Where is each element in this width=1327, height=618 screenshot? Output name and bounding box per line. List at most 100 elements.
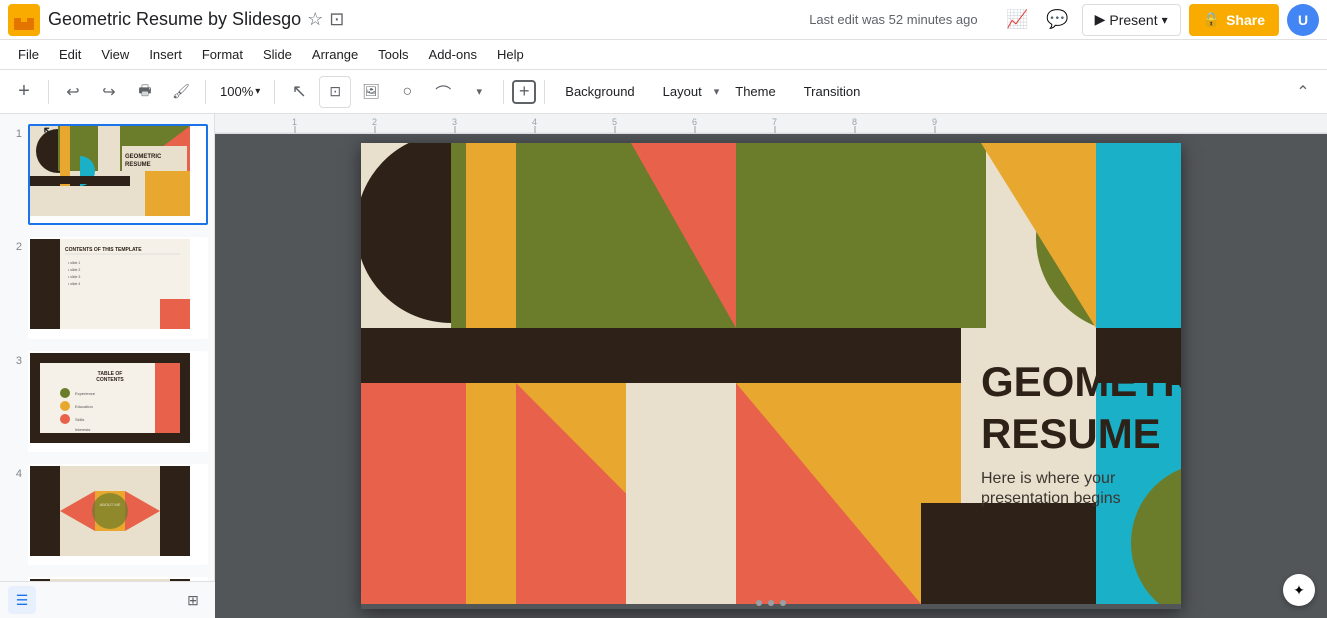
- print-button[interactable]: 🖶: [129, 76, 161, 108]
- svg-text:GEOMETRIC: GEOMETRIC: [125, 154, 162, 160]
- svg-text:6: 6: [692, 117, 697, 127]
- slide-thumbnail-2[interactable]: 2 CONTENTS OF THIS TEMPLATE • slide 1 • …: [4, 235, 210, 340]
- slide-number-1: 1: [6, 124, 22, 140]
- slide-number-2: 2: [6, 237, 22, 253]
- image-button[interactable]: 🖼: [355, 76, 387, 108]
- menu-edit[interactable]: Edit: [49, 40, 91, 70]
- menu-insert[interactable]: Insert: [139, 40, 192, 70]
- slide-preview-2-svg: CONTENTS OF THIS TEMPLATE • slide 1 • sl…: [30, 239, 190, 329]
- add-slide-button[interactable]: +: [8, 76, 40, 108]
- zoom-control[interactable]: 100% ▾: [214, 80, 266, 103]
- slide-number-4: 4: [6, 464, 22, 480]
- ruler-svg: 1 2 3 4 5 6 7 8 9: [215, 114, 1327, 134]
- folder-icon[interactable]: ⊡: [329, 9, 344, 30]
- svg-text:• slide 4: • slide 4: [68, 282, 80, 286]
- toolbar: + ↩ ↪ 🖶 🖌 100% ▾ ↖ ⊡ 🖼 ○ ⌒ ▾ + Backgroun…: [0, 70, 1327, 114]
- trending-icon[interactable]: 📈: [1002, 4, 1034, 36]
- menu-format[interactable]: Format: [192, 40, 253, 70]
- slides-panel: 1: [0, 114, 215, 618]
- slide-image-3: TABLE OF CONTENTS Experience Education S…: [28, 351, 208, 452]
- toolbar-separator-1: [48, 80, 49, 104]
- menu-tools[interactable]: Tools: [368, 40, 418, 70]
- slide-thumbnail-1[interactable]: 1: [4, 122, 210, 227]
- menu-help[interactable]: Help: [487, 40, 534, 70]
- svg-text:5: 5: [612, 117, 617, 127]
- grid-view-button[interactable]: ⊞: [179, 586, 207, 614]
- slide-thumbnail-3[interactable]: 3 TABLE OF CONTENTS Experience Education…: [4, 349, 210, 454]
- present-label: Present: [1109, 12, 1157, 28]
- svg-text:9: 9: [932, 117, 937, 127]
- page-dots: [756, 600, 786, 606]
- filmstrip-view-button[interactable]: ☰: [8, 586, 36, 614]
- menu-view[interactable]: View: [91, 40, 139, 70]
- menu-bar: File Edit View Insert Format Slide Arran…: [0, 40, 1327, 70]
- slide-image-1: GEOMETRIC RESUME: [28, 124, 208, 225]
- layout-button[interactable]: Layout: [651, 80, 714, 103]
- main-slide-svg: GEOMETRIC RESUME Here is where your pres…: [361, 143, 1181, 604]
- last-edit-text: Last edit was 52 minutes ago: [809, 12, 977, 27]
- svg-text:8: 8: [852, 117, 857, 127]
- transition-button[interactable]: Transition: [792, 80, 873, 103]
- layout-chevron-icon[interactable]: ▾: [714, 85, 720, 98]
- page-dot-2: [768, 600, 774, 606]
- editor-area: 1 2 3 4 5 6 7 8 9: [215, 114, 1327, 618]
- slide-image-4: ABOUT ME: [28, 464, 208, 565]
- zoom-label: 100%: [220, 84, 253, 99]
- toolbar-separator-2: [205, 80, 206, 104]
- explore-icon: ✦: [1293, 582, 1305, 599]
- menu-file[interactable]: File: [8, 40, 49, 70]
- present-chevron-icon[interactable]: ▾: [1162, 13, 1168, 27]
- svg-text:ABOUT ME: ABOUT ME: [100, 502, 121, 507]
- svg-text:Education: Education: [75, 404, 93, 409]
- select-tool-button[interactable]: ↖: [283, 76, 315, 108]
- title-bar: Geometric Resume by Slidesgo ☆ ⊡ Last ed…: [0, 0, 1327, 40]
- share-button[interactable]: 🔒 Share: [1189, 4, 1279, 36]
- svg-text:• slide 1: • slide 1: [68, 261, 80, 265]
- slideshow-icon: ▶: [1095, 11, 1106, 28]
- undo-button[interactable]: ↩: [57, 76, 89, 108]
- svg-text:CONTENTS OF THIS TEMPLATE: CONTENTS OF THIS TEMPLATE: [65, 247, 142, 253]
- canvas-area[interactable]: GEOMETRIC RESUME Here is where your pres…: [215, 134, 1327, 618]
- ruler: 1 2 3 4 5 6 7 8 9: [215, 114, 1327, 134]
- avatar[interactable]: U: [1287, 4, 1319, 36]
- zoom-chevron-icon: ▾: [255, 86, 260, 97]
- toolbar-separator-4: [503, 80, 504, 104]
- toolbar-separator-3: [274, 80, 275, 104]
- slide-preview-3-svg: TABLE OF CONTENTS Experience Education S…: [30, 353, 190, 443]
- slide-preview-1-svg: GEOMETRIC RESUME: [30, 126, 190, 216]
- present-button[interactable]: ▶ Present ▾: [1082, 4, 1181, 36]
- menu-slide[interactable]: Slide: [253, 40, 302, 70]
- select-shape-button[interactable]: ⊡: [319, 76, 351, 108]
- document-title: Geometric Resume by Slidesgo: [48, 9, 301, 30]
- menu-arrange[interactable]: Arrange: [302, 40, 368, 70]
- shape-button[interactable]: ○: [391, 76, 423, 108]
- star-icon[interactable]: ☆: [307, 9, 323, 30]
- comments-icon[interactable]: 💬: [1042, 4, 1074, 36]
- background-button[interactable]: Background: [553, 80, 646, 103]
- svg-text:Interests: Interests: [75, 427, 90, 432]
- svg-text:• slide 3: • slide 3: [68, 275, 80, 279]
- app-icon: [8, 4, 40, 36]
- svg-text:• slide 2: • slide 2: [68, 268, 80, 272]
- svg-text:RESUME: RESUME: [125, 162, 151, 168]
- svg-text:Experience: Experience: [75, 391, 96, 396]
- lock-icon: 🔒: [1203, 11, 1220, 28]
- line-button[interactable]: ⌒: [427, 76, 459, 108]
- menu-addons[interactable]: Add-ons: [419, 40, 487, 70]
- main-area: 1: [0, 114, 1327, 618]
- svg-text:2: 2: [372, 117, 377, 127]
- slide-preview-4-svg: ABOUT ME: [30, 466, 190, 556]
- theme-button[interactable]: Theme: [723, 80, 787, 103]
- svg-text:7: 7: [772, 117, 777, 127]
- paint-format-button[interactable]: 🖌: [165, 76, 197, 108]
- redo-button[interactable]: ↪: [93, 76, 125, 108]
- share-label: Share: [1226, 12, 1265, 28]
- toolbar-separator-5: [544, 80, 545, 104]
- svg-text:1: 1: [292, 117, 297, 127]
- svg-text:CONTENTS: CONTENTS: [96, 377, 124, 383]
- explore-button[interactable]: ✦: [1283, 574, 1315, 606]
- collapse-toolbar-button[interactable]: ⌃: [1287, 76, 1319, 108]
- add-element-button[interactable]: +: [512, 80, 536, 104]
- slide-thumbnail-4[interactable]: 4 ABOUT ME: [4, 462, 210, 567]
- more-shapes-button[interactable]: ▾: [463, 76, 495, 108]
